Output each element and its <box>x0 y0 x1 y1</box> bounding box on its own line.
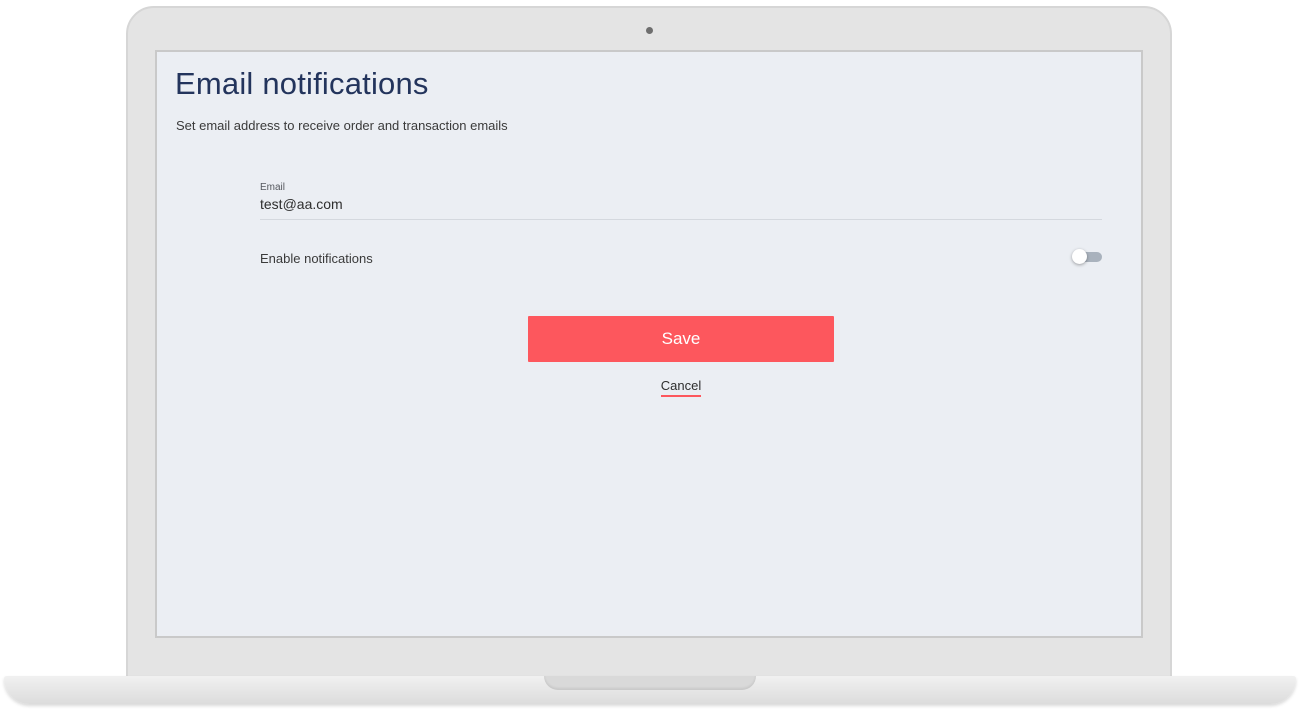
enable-notifications-label: Enable notifications <box>260 251 373 266</box>
email-input[interactable] <box>260 196 1102 212</box>
toggle-knob <box>1072 249 1087 264</box>
app-screen: Email notifications Set email address to… <box>155 50 1143 638</box>
page-subtitle: Set email address to receive order and t… <box>176 118 508 133</box>
enable-notifications-toggle[interactable] <box>1072 249 1102 264</box>
camera-icon <box>646 27 653 34</box>
laptop-notch <box>544 676 756 690</box>
laptop-frame: Email notifications Set email address to… <box>0 0 1300 712</box>
save-button[interactable]: Save <box>528 316 834 362</box>
cancel-link[interactable]: Cancel <box>628 378 734 397</box>
email-field-label: Email <box>260 182 286 193</box>
cancel-link-label: Cancel <box>660 378 702 397</box>
email-field: Email <box>260 182 1102 220</box>
page-title: Email notifications <box>175 66 429 101</box>
